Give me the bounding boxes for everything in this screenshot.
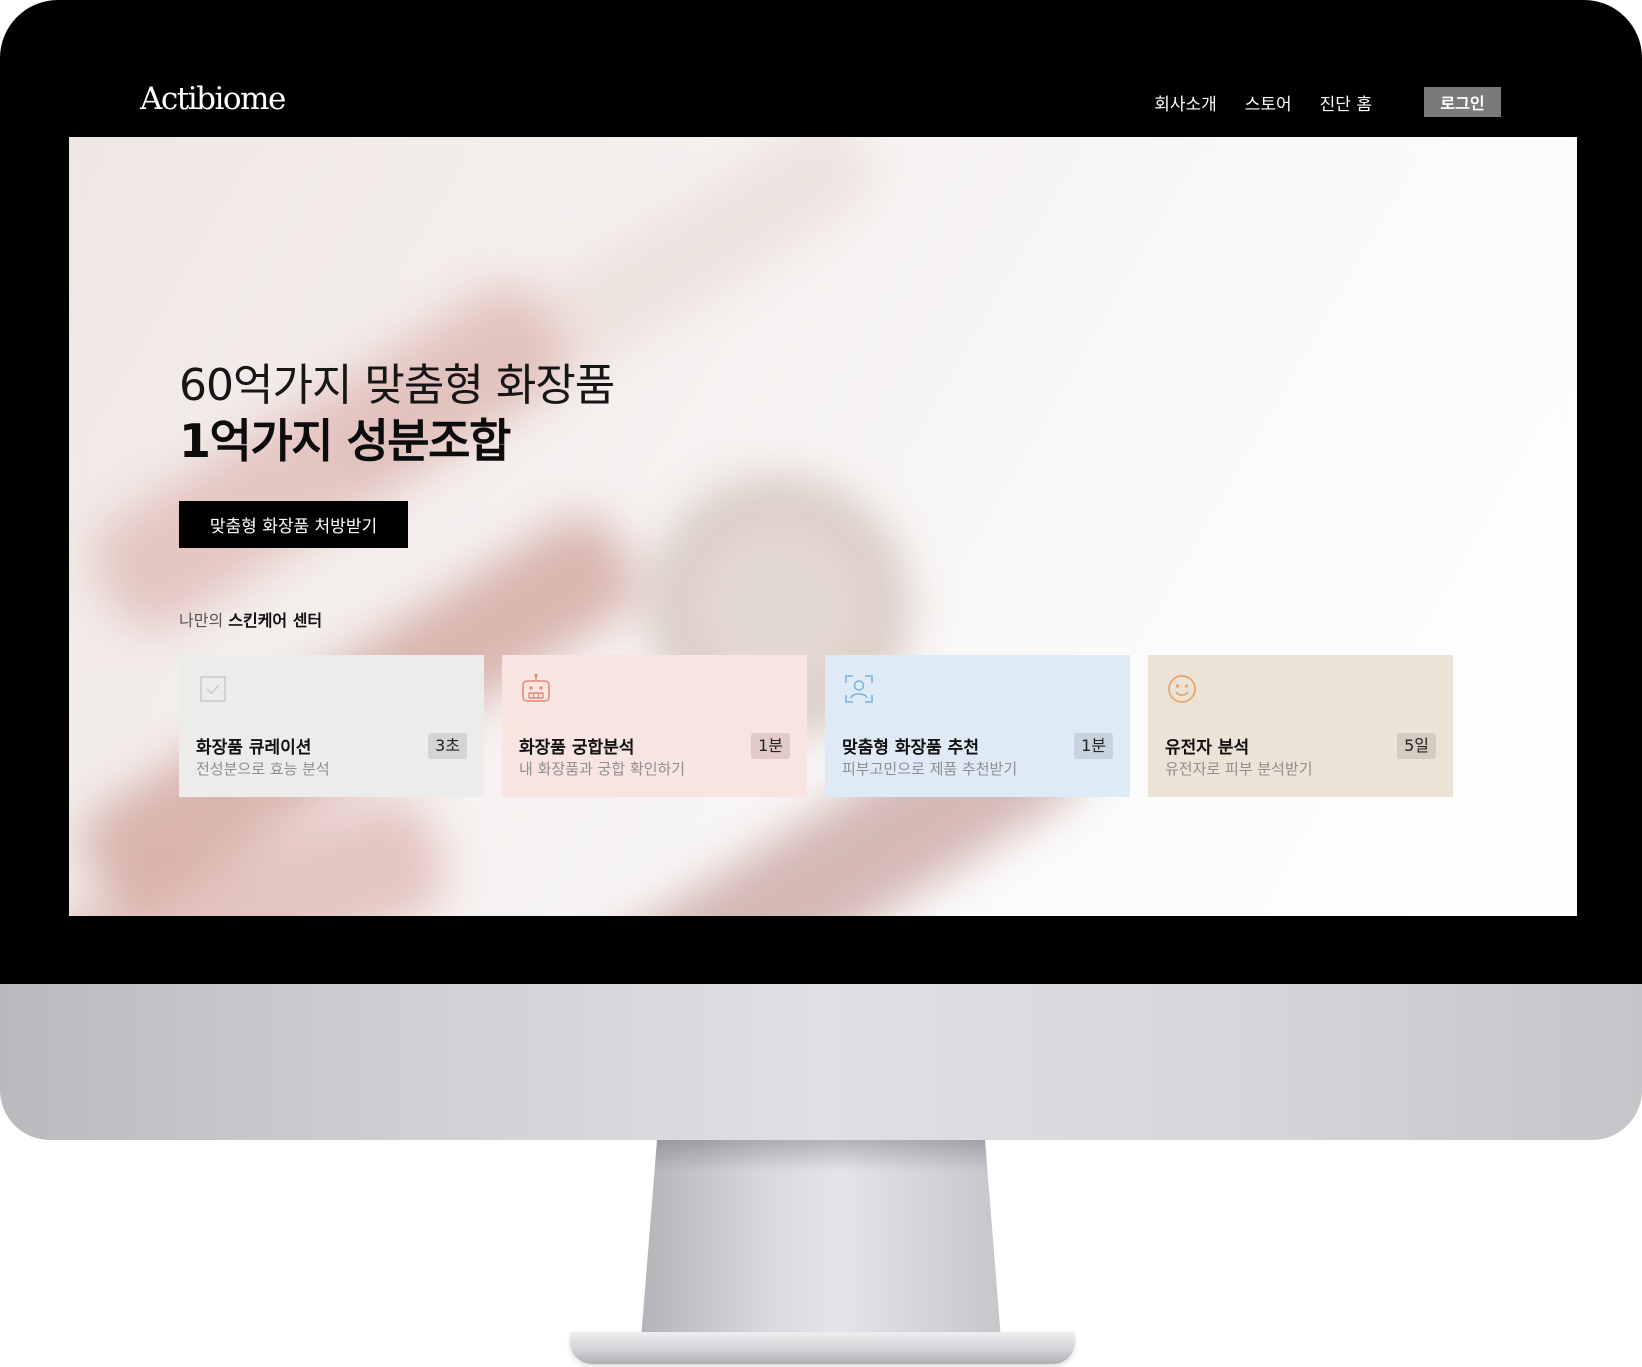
card-subtitle: 유전자로 피부 분석받기 xyxy=(1165,760,1313,778)
card-duration-badge: 1분 xyxy=(1074,733,1113,759)
card-title: 화장품 궁합분석 xyxy=(519,738,635,758)
face-scan-icon xyxy=(845,675,873,703)
card-duration-badge: 1분 xyxy=(751,733,790,759)
section-label-strong: 스킨케어 센터 xyxy=(228,611,323,630)
card-duration-badge: 5일 xyxy=(1397,733,1436,759)
top-navbar: Actibiome 회사소개 스토어 진단 홈 로그인 xyxy=(69,68,1577,137)
card-duration-badge: 3초 xyxy=(428,733,467,759)
nav-link-about[interactable]: 회사소개 xyxy=(1154,90,1217,115)
card-gene-analysis[interactable]: 유전자 분석 유전자로 피부 분석받기 5일 xyxy=(1148,655,1453,797)
nav-link-store[interactable]: 스토어 xyxy=(1245,90,1292,115)
monitor-stand-base xyxy=(570,1332,1075,1364)
monitor-stand-neck xyxy=(640,1140,1002,1352)
card-subtitle: 피부고민으로 제품 추천받기 xyxy=(842,760,1018,778)
nav-links: 회사소개 스토어 진단 홈 xyxy=(1154,90,1372,115)
robot-icon xyxy=(522,673,550,702)
nav-link-diagnosis-home[interactable]: 진단 홈 xyxy=(1320,90,1372,115)
card-title: 유전자 분석 xyxy=(1165,738,1250,758)
service-cards: 화장품 큐레이션 전성분으로 효능 분석 3초 화장품 궁합분석 내 화장품과 … xyxy=(179,655,1453,797)
prescription-cta-button[interactable]: 맞춤형 화장품 처방받기 xyxy=(179,501,408,548)
checkbox-icon xyxy=(200,676,226,702)
brand-logo[interactable]: Actibiome xyxy=(140,81,286,117)
monitor-chin xyxy=(0,984,1642,1140)
hero-headline-line2: 1억가지 성분조합 xyxy=(179,414,511,468)
hero-section: 60억가지 맞춤형 화장품 1억가지 성분조합 맞춤형 화장품 처방받기 나만의… xyxy=(69,137,1577,916)
hero-headline-line1: 60억가지 맞춤형 화장품 xyxy=(179,360,615,411)
login-button[interactable]: 로그인 xyxy=(1424,87,1501,117)
card-title: 화장품 큐레이션 xyxy=(196,738,312,758)
section-label-muted: 나만의 xyxy=(179,611,224,630)
screen: Actibiome 회사소개 스토어 진단 홈 로그인 60억가지 맞춤형 화장… xyxy=(69,68,1577,916)
card-cosmetic-curation[interactable]: 화장품 큐레이션 전성분으로 효능 분석 3초 xyxy=(179,655,484,797)
smiley-icon xyxy=(1168,675,1196,703)
card-title: 맞춤형 화장품 추천 xyxy=(842,738,979,758)
card-custom-recommendation[interactable]: 맞춤형 화장품 추천 피부고민으로 제품 추천받기 1분 xyxy=(825,655,1130,797)
skincare-center-label: 나만의 스킨케어 센터 xyxy=(179,607,322,631)
card-compatibility-analysis[interactable]: 화장품 궁합분석 내 화장품과 궁합 확인하기 1분 xyxy=(502,655,807,797)
card-subtitle: 내 화장품과 궁합 확인하기 xyxy=(519,760,686,778)
card-subtitle: 전성분으로 효능 분석 xyxy=(196,760,330,778)
